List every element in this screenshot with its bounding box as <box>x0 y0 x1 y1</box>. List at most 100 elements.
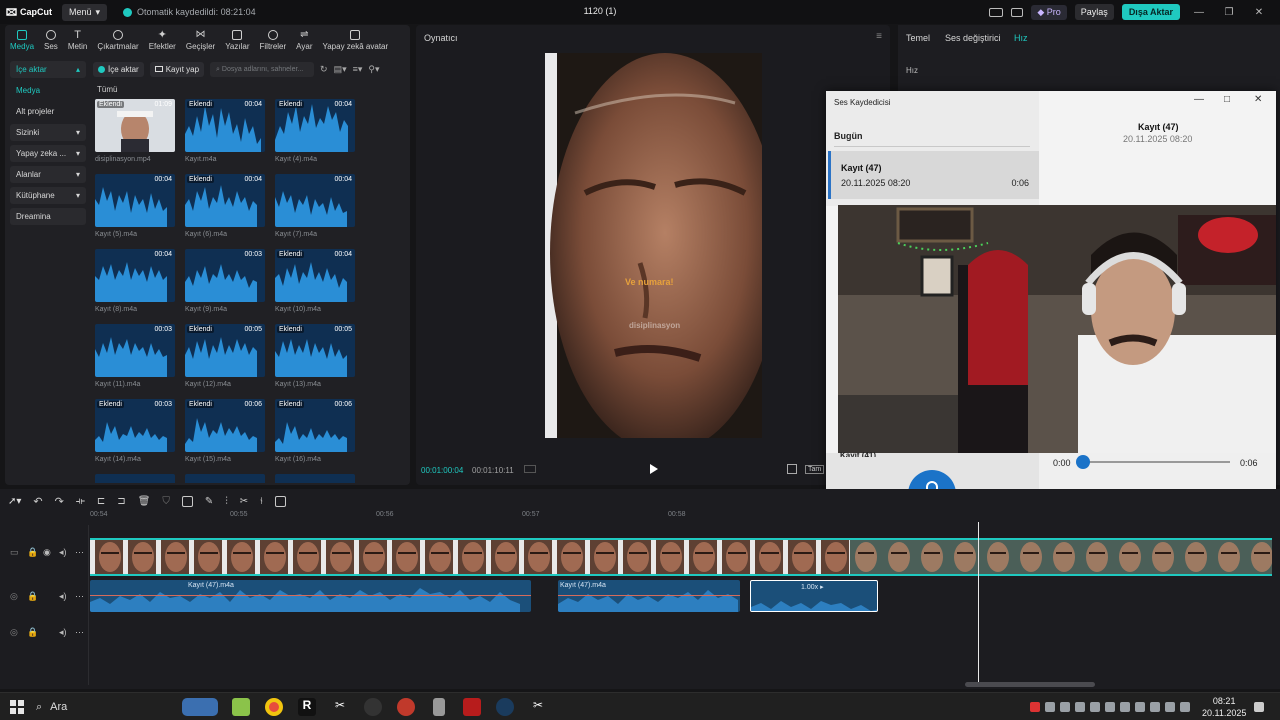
capcut-app-icon[interactable]: ✂ <box>331 698 349 716</box>
tray-icon[interactable] <box>1150 702 1160 712</box>
seek-bar[interactable] <box>1078 461 1230 463</box>
tab-transitions[interactable]: ⋈ Geçişler <box>181 25 220 52</box>
fullscreen-button[interactable]: Tam <box>805 465 825 474</box>
mute-icon[interactable]: ◂) <box>59 627 67 638</box>
tray-icon[interactable] <box>1075 702 1085 712</box>
seek-knob[interactable] <box>1076 455 1090 469</box>
media-item[interactable]: 00:03 Kayıt (11).m4a <box>95 324 175 394</box>
sidebar-item-ai[interactable]: Yapay zeka ... ▾ <box>10 145 86 162</box>
select-tool-icon[interactable]: ➚▾ <box>8 496 21 507</box>
volume-icon[interactable] <box>1180 702 1190 712</box>
mute-icon[interactable]: ◂) <box>59 547 67 558</box>
more-icon[interactable]: ⋯ <box>75 591 84 602</box>
sidebar-item-library[interactable]: Kütüphane ▾ <box>10 187 86 204</box>
tab-voice-changer[interactable]: Ses değiştirici <box>945 33 1001 43</box>
sort-icon[interactable]: ≡▾ <box>353 64 363 75</box>
menu-button[interactable]: Menü ▾ <box>62 3 108 21</box>
media-item[interactable]: Eklendi 00:05 Kayıt (13).m4a <box>275 324 355 394</box>
split-right-icon[interactable]: ⊐ <box>117 496 125 507</box>
tab-ai-avatar[interactable]: Yapay zekâ avatar <box>317 25 393 51</box>
import-button[interactable]: İçe aktar <box>93 61 144 77</box>
minimize-icon[interactable]: — <box>1194 94 1204 105</box>
media-search-input[interactable]: ⌕ Dosya adlarını, sahneler... <box>210 61 315 77</box>
tab-captions[interactable]: Yazılar <box>220 25 254 51</box>
capcut-app-icon[interactable]: ✂ <box>529 698 547 716</box>
tab-effects[interactable]: ✦ Efektler <box>144 25 181 52</box>
media-item[interactable]: Eklendi 00:04 Kayıt.m4a <box>185 99 265 169</box>
split-icon[interactable]: ⟛ <box>76 496 85 507</box>
media-item[interactable]: Eklendi 00:04 Kayıt (6).m4a <box>185 174 265 244</box>
sidebar-item-import[interactable]: İçe aktar ▴ <box>10 61 86 78</box>
freeze-icon[interactable] <box>181 495 193 507</box>
layout-icon[interactable] <box>989 7 1004 17</box>
media-item[interactable]: Eklendi 00:03 Kayıt (14).m4a <box>95 399 175 469</box>
tray-icon[interactable] <box>1045 702 1055 712</box>
tab-stickers[interactable]: Çıkartmalar <box>92 25 143 51</box>
player-menu-icon[interactable]: ≡ <box>876 31 882 42</box>
taskbar-search[interactable]: ⌕ Ara <box>36 697 176 717</box>
media-item[interactable]: Eklendi 00:04 Kayıt (10).m4a <box>275 249 355 319</box>
refresh-icon[interactable]: ↻ <box>320 64 328 75</box>
timeline-scrollbar[interactable] <box>965 682 1095 687</box>
media-item[interactable] <box>185 474 265 483</box>
edit-icon[interactable]: ✂ <box>240 496 248 507</box>
split-left-icon[interactable]: ⊏ <box>97 496 105 507</box>
tray-icon[interactable] <box>1030 702 1040 712</box>
audio-clip[interactable]: Kayıt (47).m4a <box>90 580 531 612</box>
file-explorer-icon[interactable] <box>232 698 250 716</box>
notification-icon[interactable] <box>1254 702 1264 712</box>
audio-adjust-icon[interactable]: ⫶ <box>225 496 228 507</box>
shortcut-icon[interactable] <box>1011 7 1024 17</box>
playhead[interactable] <box>978 522 979 682</box>
tab-text[interactable]: T Metin <box>63 25 93 52</box>
maximize-icon[interactable]: □ <box>1224 94 1230 105</box>
r-app-icon[interactable]: R <box>298 698 316 716</box>
sidebar-item-yours[interactable]: Sizinki ▾ <box>10 124 86 141</box>
media-item[interactable]: Eklendi 00:04 Kayıt (4).m4a <box>275 99 355 169</box>
sidebar-item-subprojects[interactable]: Alt projeler <box>10 103 86 120</box>
view-toggle-icon[interactable]: ▤▾ <box>334 64 347 75</box>
tab-basic[interactable]: Temel <box>906 33 930 43</box>
media-item[interactable]: 00:03 Kayıt (9).m4a <box>185 249 265 319</box>
export-button[interactable]: Dışa Aktar <box>1121 4 1180 20</box>
sidebar-item-spaces[interactable]: Alanlar ▾ <box>10 166 86 183</box>
timecode-grid-icon[interactable] <box>524 465 536 473</box>
media-item[interactable]: 00:04 Kayıt (8).m4a <box>95 249 175 319</box>
lock-icon[interactable]: 🔒 <box>27 591 38 602</box>
shield-icon[interactable]: ⛉ <box>162 496 170 507</box>
tray-icon[interactable] <box>1060 702 1070 712</box>
app-icon[interactable] <box>364 698 382 716</box>
media-item[interactable]: 00:04 Kayıt (7).m4a <box>275 174 355 244</box>
close-icon[interactable]: ✕ <box>1254 94 1262 105</box>
tray-icon[interactable] <box>1135 702 1145 712</box>
delete-icon[interactable]: 🗑 <box>138 496 151 507</box>
undo-icon[interactable]: ↶ <box>33 495 42 508</box>
more-icon[interactable]: ⋯ <box>75 627 84 638</box>
tray-icon[interactable] <box>1120 702 1130 712</box>
tray-icon[interactable] <box>1105 702 1115 712</box>
lock-icon[interactable]: 🔒 <box>27 627 38 638</box>
video-preview[interactable]: Ve numara! disiplinasyon <box>545 53 762 438</box>
media-item[interactable]: Eklendi 00:05 Kayıt (12).m4a <box>185 324 265 394</box>
redo-icon[interactable]: ↷ <box>55 495 64 508</box>
tab-adjust[interactable]: ⇌ Ayar <box>291 25 317 52</box>
tab-audio[interactable]: Ses <box>39 25 63 51</box>
app-icon[interactable] <box>397 698 415 716</box>
share-button[interactable]: Paylaş <box>1074 4 1114 20</box>
recording-item-selected[interactable]: Kayıt (47) 20.11.2025 08:20 0:06 <box>828 151 1039 199</box>
marker-icon[interactable]: ⫮ <box>260 496 263 507</box>
media-item[interactable]: Eklendi 00:06 Kayıt (15).m4a <box>185 399 265 469</box>
audio-clip[interactable]: Kayıt (47).m4a <box>558 580 740 612</box>
video-clip[interactable] <box>90 538 1272 576</box>
close-icon[interactable]: ✕ <box>1248 7 1270 18</box>
pro-badge[interactable]: ◆ Pro <box>1031 4 1067 20</box>
sidebar-item-dreamina[interactable]: Dreamina <box>10 208 86 225</box>
tab-speed[interactable]: Hız <box>1014 33 1028 43</box>
weather-widget-icon[interactable] <box>182 698 218 716</box>
filter-icon[interactable]: ⚲▾ <box>368 64 379 75</box>
minimize-icon[interactable]: — <box>1188 7 1210 18</box>
media-item[interactable]: 00:04 Kayıt (5).m4a <box>95 174 175 244</box>
tray-icon[interactable] <box>1090 702 1100 712</box>
crop-icon[interactable] <box>274 495 286 507</box>
sidebar-item-media[interactable]: Medya <box>10 82 86 99</box>
